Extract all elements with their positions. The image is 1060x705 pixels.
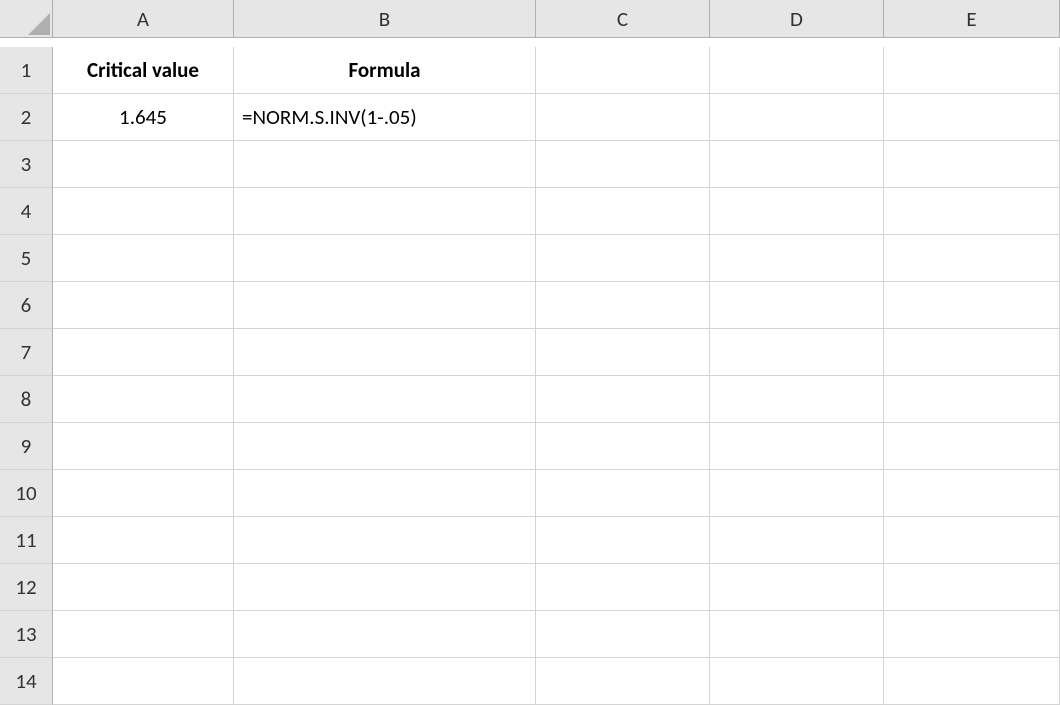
- row-header-10[interactable]: 10: [0, 470, 53, 517]
- cell-D1[interactable]: [710, 47, 884, 94]
- col-header-D[interactable]: D: [710, 0, 884, 38]
- col-header-B[interactable]: B: [234, 0, 536, 38]
- cell-C12[interactable]: [536, 564, 710, 611]
- cell-D12[interactable]: [710, 564, 884, 611]
- cell-B10[interactable]: [234, 470, 536, 517]
- cell-D2[interactable]: [710, 94, 884, 141]
- cell-D7[interactable]: [710, 329, 884, 376]
- cell-A13[interactable]: [53, 611, 234, 658]
- row-header-13[interactable]: 13: [0, 611, 53, 658]
- cell-C9[interactable]: [536, 423, 710, 470]
- cell-D10[interactable]: [710, 470, 884, 517]
- cell-E6[interactable]: [884, 282, 1060, 329]
- cell-C5[interactable]: [536, 235, 710, 282]
- cell-D3[interactable]: [710, 141, 884, 188]
- row-header-1[interactable]: 1: [0, 47, 53, 94]
- cell-B6[interactable]: [234, 282, 536, 329]
- cell-E12[interactable]: [884, 564, 1060, 611]
- cell-B1[interactable]: Formula: [234, 47, 536, 94]
- cell-C10[interactable]: [536, 470, 710, 517]
- cell-B9[interactable]: [234, 423, 536, 470]
- cell-D5[interactable]: [710, 235, 884, 282]
- cell-B12[interactable]: [234, 564, 536, 611]
- row-header-2[interactable]: 2: [0, 94, 53, 141]
- row-header-12[interactable]: 12: [0, 564, 53, 611]
- spreadsheet-grid: A B C D E 1 Critical value Formula 2 1.6…: [0, 0, 1060, 705]
- cell-A1[interactable]: Critical value: [53, 47, 234, 94]
- cell-E8[interactable]: [884, 376, 1060, 423]
- cell-E5[interactable]: [884, 235, 1060, 282]
- cell-E11[interactable]: [884, 517, 1060, 564]
- col-header-E[interactable]: E: [884, 0, 1060, 38]
- cell-B3[interactable]: [234, 141, 536, 188]
- row-header-7[interactable]: 7: [0, 329, 53, 376]
- row-header-5[interactable]: 5: [0, 235, 53, 282]
- cell-B14[interactable]: [234, 658, 536, 705]
- cell-C4[interactable]: [536, 188, 710, 235]
- cell-E7[interactable]: [884, 329, 1060, 376]
- cell-C11[interactable]: [536, 517, 710, 564]
- cell-E14[interactable]: [884, 658, 1060, 705]
- cell-E9[interactable]: [884, 423, 1060, 470]
- row-header-14[interactable]: 14: [0, 658, 53, 705]
- cell-C1[interactable]: [536, 47, 710, 94]
- cell-E13[interactable]: [884, 611, 1060, 658]
- col-header-A[interactable]: A: [53, 0, 234, 38]
- cell-A9[interactable]: [53, 423, 234, 470]
- cell-D9[interactable]: [710, 423, 884, 470]
- cell-B4[interactable]: [234, 188, 536, 235]
- cell-B11[interactable]: [234, 517, 536, 564]
- cell-D11[interactable]: [710, 517, 884, 564]
- select-all-triangle-icon: [28, 13, 50, 35]
- row-header-6[interactable]: 6: [0, 282, 53, 329]
- row-header-9[interactable]: 9: [0, 423, 53, 470]
- cell-A10[interactable]: [53, 470, 234, 517]
- cell-B5[interactable]: [234, 235, 536, 282]
- cell-A7[interactable]: [53, 329, 234, 376]
- cell-E4[interactable]: [884, 188, 1060, 235]
- cell-C14[interactable]: [536, 658, 710, 705]
- cell-A8[interactable]: [53, 376, 234, 423]
- col-header-C[interactable]: C: [536, 0, 710, 38]
- cell-A14[interactable]: [53, 658, 234, 705]
- row-header-3[interactable]: 3: [0, 141, 53, 188]
- cell-B8[interactable]: [234, 376, 536, 423]
- cell-A5[interactable]: [53, 235, 234, 282]
- cell-B2[interactable]: =NORM.S.INV(1-.05): [234, 94, 536, 141]
- cell-E2[interactable]: [884, 94, 1060, 141]
- select-all-corner[interactable]: [0, 0, 53, 38]
- cell-A6[interactable]: [53, 282, 234, 329]
- cell-D4[interactable]: [710, 188, 884, 235]
- cell-D6[interactable]: [710, 282, 884, 329]
- cell-D8[interactable]: [710, 376, 884, 423]
- cell-E10[interactable]: [884, 470, 1060, 517]
- cell-A2[interactable]: 1.645: [53, 94, 234, 141]
- cell-C8[interactable]: [536, 376, 710, 423]
- cell-A4[interactable]: [53, 188, 234, 235]
- cell-B7[interactable]: [234, 329, 536, 376]
- cell-E1[interactable]: [884, 47, 1060, 94]
- cell-C6[interactable]: [536, 282, 710, 329]
- row-header-8[interactable]: 8: [0, 376, 53, 423]
- row-header-11[interactable]: 11: [0, 517, 53, 564]
- row-header-4[interactable]: 4: [0, 188, 53, 235]
- cell-C13[interactable]: [536, 611, 710, 658]
- cell-A11[interactable]: [53, 517, 234, 564]
- cell-C7[interactable]: [536, 329, 710, 376]
- cell-E3[interactable]: [884, 141, 1060, 188]
- cell-B13[interactable]: [234, 611, 536, 658]
- cell-D14[interactable]: [710, 658, 884, 705]
- cell-A12[interactable]: [53, 564, 234, 611]
- cell-D13[interactable]: [710, 611, 884, 658]
- cell-C2[interactable]: [536, 94, 710, 141]
- cell-C3[interactable]: [536, 141, 710, 188]
- cell-A3[interactable]: [53, 141, 234, 188]
